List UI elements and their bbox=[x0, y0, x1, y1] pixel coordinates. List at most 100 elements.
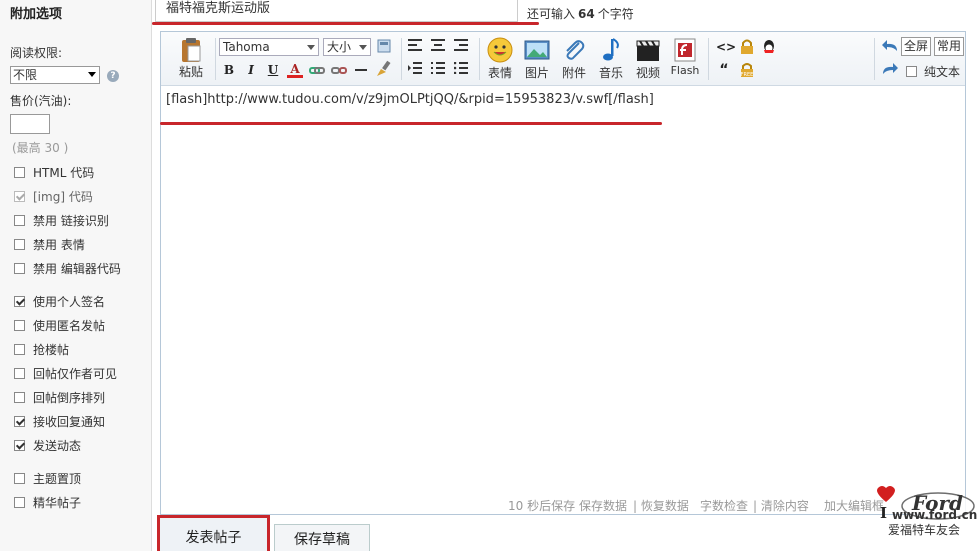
ford-club-watermark: I Ford www.ford.cn 爱福特车友会 bbox=[874, 484, 978, 551]
editor-content[interactable]: [flash]http://www.tudou.com/v/z9jmOLPtjQ… bbox=[166, 92, 654, 107]
post-title-input[interactable]: 福特福克斯运动版 bbox=[155, 0, 518, 22]
font-family-value: Tahoma bbox=[223, 40, 270, 54]
checkbox[interactable] bbox=[906, 66, 917, 77]
word-check-link[interactable]: 字数检查 bbox=[700, 497, 748, 514]
flash-button[interactable]: Flash bbox=[669, 36, 701, 77]
free-icon[interactable]: FREE bbox=[739, 62, 755, 78]
option-digest[interactable]: 精华帖子 bbox=[14, 494, 81, 510]
indent-icon[interactable] bbox=[407, 62, 423, 78]
underline-button[interactable]: U bbox=[265, 62, 281, 78]
music-note-icon bbox=[603, 38, 619, 61]
save-draft-button[interactable]: 保存草稿 bbox=[274, 524, 370, 551]
align-right-icon[interactable] bbox=[453, 39, 469, 55]
horizontal-rule-icon[interactable] bbox=[353, 62, 369, 78]
checkbox[interactable] bbox=[14, 214, 25, 226]
music-label: 音乐 bbox=[598, 66, 623, 80]
font-family-select[interactable]: Tahoma bbox=[219, 38, 319, 56]
option-label: 精华帖子 bbox=[33, 495, 82, 510]
background-icon[interactable] bbox=[376, 39, 392, 55]
option-img-code[interactable]: [img] 代码 bbox=[14, 188, 93, 204]
link-icon[interactable] bbox=[309, 62, 325, 78]
checkbox[interactable] bbox=[14, 166, 25, 178]
font-color-button[interactable]: A bbox=[287, 62, 303, 78]
checkbox[interactable] bbox=[14, 319, 25, 331]
checkbox[interactable] bbox=[14, 367, 25, 379]
align-center-icon[interactable] bbox=[430, 39, 446, 55]
video-button[interactable]: 视频 bbox=[632, 36, 664, 81]
flash-icon bbox=[674, 38, 696, 62]
option-html-code[interactable]: HTML 代码 bbox=[14, 164, 94, 180]
unordered-list-icon[interactable] bbox=[453, 61, 469, 78]
plain-text-toggle[interactable]: 纯文本 bbox=[906, 63, 960, 80]
italic-button[interactable]: I bbox=[243, 62, 259, 78]
option-send-feed[interactable]: 发送动态 bbox=[14, 437, 81, 453]
undo-icon[interactable] bbox=[881, 39, 897, 55]
option-anonymous[interactable]: 使用匿名发帖 bbox=[14, 317, 105, 333]
watermark-i-letter: I bbox=[880, 504, 888, 522]
align-left-icon[interactable] bbox=[407, 39, 423, 55]
clear-content-link[interactable]: | 清除内容 bbox=[753, 497, 809, 514]
option-label: 接收回复通知 bbox=[33, 414, 106, 429]
help-icon[interactable]: ? bbox=[107, 70, 119, 82]
toolbar-separator bbox=[479, 38, 480, 80]
checkbox[interactable] bbox=[14, 190, 25, 202]
emoticon-label: 表情 bbox=[487, 66, 512, 80]
option-sticky[interactable]: 主题置顶 bbox=[14, 470, 81, 486]
quote-icon[interactable]: “ bbox=[716, 62, 732, 78]
checkbox[interactable] bbox=[14, 238, 25, 250]
checkbox[interactable] bbox=[14, 262, 25, 274]
checkbox[interactable] bbox=[14, 439, 25, 451]
svg-text:FREE: FREE bbox=[741, 72, 754, 78]
font-size-value: 大小 bbox=[327, 40, 352, 54]
checkbox[interactable] bbox=[14, 295, 25, 307]
post-editor: 粘贴 Tahoma 大小 B I U A 表情 图片 附件 音乐 视频 Flas… bbox=[160, 31, 966, 515]
option-disable-editor-code[interactable]: 禁用 编辑器代码 bbox=[14, 260, 121, 276]
restore-data-link[interactable]: | 恢复数据 bbox=[633, 497, 689, 514]
bold-button[interactable]: B bbox=[221, 62, 237, 78]
paste-label: 粘贴 bbox=[178, 65, 203, 79]
option-label: 回帖仅作者可见 bbox=[33, 366, 118, 381]
option-signature[interactable]: 使用个人签名 bbox=[14, 293, 105, 309]
chevron-down-icon bbox=[359, 45, 367, 50]
submit-post-button[interactable]: 发表帖子 bbox=[157, 515, 270, 551]
option-author-only[interactable]: 回帖仅作者可见 bbox=[14, 365, 117, 381]
read-perm-select[interactable]: 不限 bbox=[10, 66, 100, 84]
unlink-icon[interactable] bbox=[331, 62, 347, 78]
music-button[interactable]: 音乐 bbox=[595, 36, 627, 81]
paste-button[interactable]: 粘贴 bbox=[175, 37, 207, 80]
option-disable-emoticon[interactable]: 禁用 表情 bbox=[14, 236, 85, 252]
checkbox[interactable] bbox=[14, 391, 25, 403]
video-label: 视频 bbox=[635, 66, 660, 80]
chevron-down-icon bbox=[307, 45, 315, 50]
autosave-countdown: 10 秒后保存 bbox=[508, 499, 576, 513]
read-perm-label: 阅读权限: bbox=[10, 46, 63, 60]
fullscreen-button[interactable]: 全屏 bbox=[901, 37, 931, 56]
qq-icon[interactable] bbox=[761, 39, 777, 55]
checkbox[interactable] bbox=[14, 343, 25, 355]
save-data-link[interactable]: 保存数据 bbox=[579, 497, 627, 514]
redo-icon[interactable] bbox=[881, 62, 898, 78]
attachment-button[interactable]: 附件 bbox=[558, 36, 590, 81]
checkbox[interactable] bbox=[14, 415, 25, 427]
lock-icon[interactable] bbox=[739, 39, 755, 55]
checkbox[interactable] bbox=[14, 472, 25, 484]
common-button[interactable]: 常用 bbox=[934, 37, 964, 56]
code-icon[interactable]: <> bbox=[716, 39, 736, 55]
format-brush-icon[interactable] bbox=[375, 60, 391, 76]
plain-text-label: 纯文本 bbox=[924, 65, 961, 79]
image-label: 图片 bbox=[524, 66, 549, 80]
ordered-list-icon[interactable] bbox=[430, 62, 446, 78]
option-reply-notify[interactable]: 接收回复通知 bbox=[14, 413, 105, 429]
editor-toolbar: 粘贴 Tahoma 大小 B I U A 表情 图片 附件 音乐 视频 Flas… bbox=[161, 32, 965, 86]
price-input[interactable] bbox=[10, 114, 50, 134]
font-size-select[interactable]: 大小 bbox=[323, 38, 371, 56]
option-label: 主题置顶 bbox=[33, 471, 82, 486]
option-reverse-order[interactable]: 回帖倒序排列 bbox=[14, 389, 105, 405]
image-button[interactable]: 图片 bbox=[521, 36, 553, 81]
price-hint: (最高 30 ) bbox=[12, 141, 69, 155]
emoticon-button[interactable]: 表情 bbox=[484, 36, 516, 81]
option-floor-grab[interactable]: 抢楼帖 bbox=[14, 341, 69, 357]
option-disable-link[interactable]: 禁用 链接识别 bbox=[14, 212, 109, 228]
checkbox[interactable] bbox=[14, 496, 25, 508]
title-highlight-line bbox=[152, 22, 539, 25]
